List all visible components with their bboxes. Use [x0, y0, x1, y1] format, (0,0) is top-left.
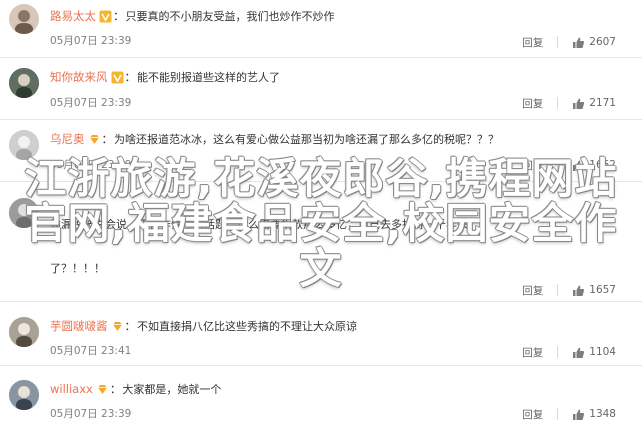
- comment-item: 知你故来风 ： 能不能别报道些这样的艺人了 05月07日 23:39 回复 21…: [0, 58, 642, 120]
- comment-timestamp: 05月07日 23:41: [50, 345, 132, 357]
- comment-timestamp: 05月07日 23:39: [50, 408, 132, 420]
- reply-button[interactable]: 回复: [522, 35, 543, 50]
- like-button[interactable]: 1657: [572, 284, 616, 297]
- comment-username[interactable]: 知你故来风: [50, 69, 108, 85]
- reply-button[interactable]: 回复: [522, 407, 543, 422]
- comment-username[interactable]: 乌尼奥: [50, 131, 85, 147]
- comment-item: 偷漏税被说会说，不仅作假你的话题，这么需要捐款那么多亿，自己去多担持一千年来 了…: [0, 182, 642, 302]
- comment-item: 芋圆啵啵酱 ： 不如直接捐八亿比这些秀搞的不理让大众原谅 05月07日 23:4…: [0, 302, 642, 366]
- comment-item: 路易太太 ： 只要真的不小朋友受益，我们也炒作不炒作 05月07日 23:39 …: [0, 0, 642, 58]
- thumbs-up-icon: [573, 285, 585, 296]
- comment-username[interactable]: 路易太太: [50, 8, 96, 24]
- action-divider: [557, 36, 559, 48]
- avatar[interactable]: [9, 198, 39, 228]
- comment-username[interactable]: williaxx: [50, 382, 93, 396]
- colon-separator: ：: [124, 70, 137, 84]
- avatar[interactable]: [9, 317, 39, 347]
- thumbs-up-icon: [573, 98, 585, 109]
- comment-text: 能不能别报道些这样的艺人了: [137, 71, 280, 84]
- comment-timestamp: 05月07日 23:39: [50, 159, 132, 171]
- action-divider: [557, 346, 559, 358]
- thumbs-up-icon: [573, 409, 585, 420]
- like-count: 1104: [589, 346, 616, 358]
- reply-button[interactable]: 回复: [522, 96, 543, 111]
- comment-text: 偷漏税被说会说，不仅作假你的话题，这么需要捐款那么多亿，自己去多担持一千年来: [50, 218, 468, 231]
- verified-badge-icon: [111, 71, 124, 84]
- member-badge-icon: [96, 383, 109, 396]
- colon-separator: ：: [113, 9, 125, 23]
- action-divider: [557, 97, 559, 109]
- comment-item: williaxx ： 大家都是，她就一个 05月07日 23:39 回复 134…: [0, 366, 642, 424]
- thumbs-up-icon: [573, 160, 585, 171]
- like-count: 1657: [589, 284, 616, 296]
- like-button[interactable]: 1104: [572, 346, 616, 359]
- avatar[interactable]: [9, 68, 39, 98]
- comment-username[interactable]: 芋圆啵啵酱: [50, 318, 108, 334]
- like-count: 1652: [589, 159, 616, 171]
- verified-badge-icon: [99, 10, 112, 23]
- comment-timestamp: 05月07日 23:39: [50, 35, 132, 47]
- comment-text: 大家都是，她就一个: [122, 383, 222, 396]
- comment-timestamp: 05月07日 23:39: [50, 97, 132, 109]
- reply-button[interactable]: 回复: [522, 158, 543, 173]
- member-badge-icon: [111, 320, 124, 333]
- action-divider: [557, 159, 559, 171]
- thumbs-up-icon: [573, 347, 585, 358]
- like-count: 2171: [589, 97, 616, 109]
- avatar[interactable]: [9, 380, 39, 410]
- comment-text: 只要真的不小朋友受益，我们也炒作不炒作: [125, 10, 335, 23]
- thumbs-up-icon: [573, 37, 585, 48]
- comment-item: 乌尼奥 ： 为啥还报道范冰冰，这么有爱心做公益那当初为啥还漏了那么多亿的税呢？？…: [0, 120, 642, 182]
- colon-separator: ：: [124, 319, 137, 333]
- like-button[interactable]: 2607: [572, 36, 616, 49]
- like-button[interactable]: 1348: [572, 408, 616, 421]
- reply-button[interactable]: 回复: [522, 345, 543, 360]
- avatar[interactable]: [9, 130, 39, 160]
- comment-text: 为啥还报道范冰冰，这么有爱心做公益那当初为啥还漏了那么多亿的税呢？？？: [114, 133, 499, 146]
- like-button[interactable]: 2171: [572, 97, 616, 110]
- reply-button[interactable]: 回复: [522, 283, 543, 298]
- comment-text: 不如直接捐八亿比这些秀搞的不理让大众原谅: [137, 320, 357, 333]
- colon-separator: ：: [101, 132, 114, 146]
- comment-text-continued: 了？！！！: [50, 262, 105, 275]
- action-divider: [557, 284, 559, 296]
- member-badge-icon: [88, 133, 101, 146]
- like-count: 2607: [589, 36, 616, 48]
- like-count: 1348: [589, 408, 616, 420]
- like-button[interactable]: 1652: [572, 159, 616, 172]
- avatar[interactable]: [9, 4, 39, 34]
- action-divider: [557, 408, 559, 420]
- colon-separator: ：: [109, 382, 122, 396]
